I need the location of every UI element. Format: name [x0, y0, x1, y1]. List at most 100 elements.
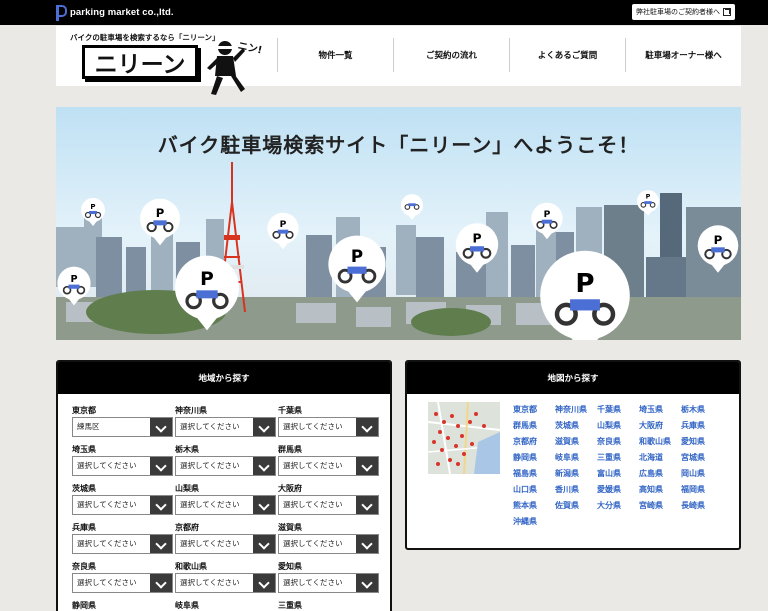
prefecture-select[interactable]: 選択してください	[72, 456, 173, 476]
map-prefecture-link[interactable]: 熊本県	[513, 500, 555, 516]
map-search-title: 地図から探す	[407, 362, 739, 394]
svg-text:P: P	[714, 233, 723, 247]
map-prefecture-link[interactable]: 大分県	[597, 500, 639, 516]
prefecture-label: 三重県	[278, 601, 302, 610]
nav-owners[interactable]: 駐車場オーナー様へ	[625, 38, 741, 72]
site-logo[interactable]: ニリーン	[82, 45, 198, 79]
map-prefecture-link[interactable]: 群馬県	[513, 420, 555, 436]
nav-property-list[interactable]: 物件一覧	[277, 38, 393, 72]
map-prefecture-link[interactable]: 高知県	[639, 484, 681, 500]
site-header: バイクの駐車場を検索するなら「ニリーン」 ニリーン ニン! 物件一覧 ご契約の流…	[56, 26, 741, 95]
prefecture-select-value: 選択してください	[180, 500, 240, 509]
prefecture-select[interactable]: 選択してください	[278, 534, 379, 554]
chevron-down-icon[interactable]	[356, 535, 378, 553]
map-prefecture-link[interactable]: 愛媛県	[597, 484, 639, 500]
map-prefecture-link[interactable]: 京都府	[513, 436, 555, 452]
prefecture-label: 神奈川県	[175, 406, 207, 415]
map-prefecture-link[interactable]: 北海道	[639, 452, 681, 468]
chevron-down-icon[interactable]	[356, 574, 378, 592]
map-prefecture-link[interactable]: 愛知県	[681, 436, 723, 452]
chevron-down-icon[interactable]	[253, 574, 275, 592]
parking-pin-icon: P	[81, 198, 105, 226]
hero-banner: バイク駐車場検索サイト「ニリーン」へようこそ！ P P P P P P P P …	[56, 107, 741, 340]
map-prefecture-link[interactable]: 香川県	[555, 484, 597, 500]
map-prefecture-link[interactable]: 滋賀県	[555, 436, 597, 452]
map-prefecture-link[interactable]: 沖縄県	[513, 516, 555, 532]
map-prefecture-link[interactable]: 埼玉県	[639, 404, 681, 420]
prefecture-select[interactable]: 選択してください	[278, 417, 379, 437]
map-prefecture-link[interactable]: 宮崎県	[639, 500, 681, 516]
map-thumbnail[interactable]	[428, 402, 500, 474]
prefecture-select[interactable]: 練馬区	[72, 417, 173, 437]
nav-faq[interactable]: よくあるご質問	[509, 38, 625, 72]
svg-text:P: P	[544, 210, 551, 220]
prefecture-select[interactable]: 選択してください	[72, 495, 173, 515]
prefecture-select[interactable]: 選択してください	[278, 495, 379, 515]
map-prefecture-link[interactable]: 富山県	[597, 468, 639, 484]
prefecture-label: 愛知県	[278, 562, 302, 571]
map-prefecture-link[interactable]: 茨城県	[555, 420, 597, 436]
prefecture-label: 京都府	[175, 523, 199, 532]
map-prefecture-link[interactable]: 大阪府	[639, 420, 681, 436]
map-prefecture-link[interactable]: 福島県	[513, 468, 555, 484]
region-search-panel: 地域から探す 東京都 練馬区 神奈川県 選択してください 千葉県 選択してください 埼玉県選…	[56, 360, 392, 611]
prefecture-label: 大阪府	[278, 484, 302, 493]
company-name: parking market co.,ltd.	[70, 7, 174, 18]
map-prefecture-link[interactable]: 広島県	[639, 468, 681, 484]
svg-text:P: P	[575, 269, 594, 299]
prefecture-select[interactable]: 選択してください	[175, 417, 276, 437]
map-prefecture-link[interactable]: 山口県	[513, 484, 555, 500]
chevron-down-icon[interactable]	[253, 457, 275, 475]
prefecture-select[interactable]: 選択してください	[175, 534, 276, 554]
map-prefecture-link[interactable]: 兵庫県	[681, 420, 723, 436]
prefecture-cell: 千葉県 選択してください	[278, 404, 381, 440]
map-prefecture-link[interactable]: 新潟県	[555, 468, 597, 484]
map-prefecture-link[interactable]: 和歌山県	[639, 436, 681, 452]
chevron-down-icon[interactable]	[150, 574, 172, 592]
map-prefecture-link[interactable]: 福岡県	[681, 484, 723, 500]
map-prefecture-link[interactable]: 佐賀県	[555, 500, 597, 516]
prefecture-cell: 東京都 練馬区	[72, 404, 175, 440]
chevron-down-icon[interactable]	[356, 457, 378, 475]
map-prefecture-link[interactable]: 長崎県	[681, 500, 723, 516]
prefecture-select[interactable]: 選択してください	[72, 534, 173, 554]
chevron-down-icon[interactable]	[150, 418, 172, 436]
region-search-title: 地域から探す	[58, 362, 390, 394]
map-prefecture-link[interactable]: 神奈川県	[555, 404, 597, 420]
map-prefecture-link[interactable]: 千葉県	[597, 404, 639, 420]
chevron-down-icon[interactable]	[150, 457, 172, 475]
chevron-down-icon[interactable]	[356, 496, 378, 514]
chevron-down-icon[interactable]	[150, 535, 172, 553]
company-brand[interactable]: parking market co.,ltd.	[56, 4, 174, 21]
prefecture-cell: 群馬県 選択してください	[278, 443, 381, 479]
chevron-down-icon[interactable]	[253, 496, 275, 514]
nav-contract-flow[interactable]: ご契約の流れ	[393, 38, 509, 72]
prefecture-select-value: 選択してください	[77, 578, 137, 587]
map-prefecture-link[interactable]: 山梨県	[597, 420, 639, 436]
owner-contract-link[interactable]: 弊社駐車場のご契約者様へ	[632, 4, 735, 20]
prefecture-select[interactable]: 選択してください	[278, 456, 379, 476]
prefecture-cell: 岐阜県	[175, 599, 278, 611]
map-prefecture-link[interactable]: 岡山県	[681, 468, 723, 484]
prefecture-select[interactable]: 選択してください	[175, 456, 276, 476]
map-prefecture-link[interactable]: 栃木県	[681, 404, 723, 420]
map-prefecture-link[interactable]: 東京都	[513, 404, 555, 420]
prefecture-select[interactable]: 選択してください	[72, 573, 173, 593]
map-prefecture-link[interactable]: 奈良県	[597, 436, 639, 452]
map-prefecture-link[interactable]: 三重県	[597, 452, 639, 468]
map-prefecture-link[interactable]: 宮城県	[681, 452, 723, 468]
prefecture-cell: 栃木県 選択してください	[175, 443, 278, 479]
chevron-down-icon[interactable]	[253, 535, 275, 553]
prefecture-select[interactable]: 選択してください	[175, 573, 276, 593]
prefecture-cell: 奈良県 選択してください	[72, 560, 175, 596]
chevron-down-icon[interactable]	[253, 418, 275, 436]
chevron-down-icon[interactable]	[356, 418, 378, 436]
parking-pin-icon: P	[697, 225, 739, 273]
prefecture-select[interactable]: 選択してください	[278, 573, 379, 593]
map-prefecture-link[interactable]: 岐阜県	[555, 452, 597, 468]
prefecture-select[interactable]: 選択してください	[175, 495, 276, 515]
chevron-down-icon[interactable]	[150, 496, 172, 514]
svg-text:P: P	[200, 269, 214, 290]
prefecture-select-value: 練馬区	[77, 422, 100, 431]
map-prefecture-link[interactable]: 静岡県	[513, 452, 555, 468]
